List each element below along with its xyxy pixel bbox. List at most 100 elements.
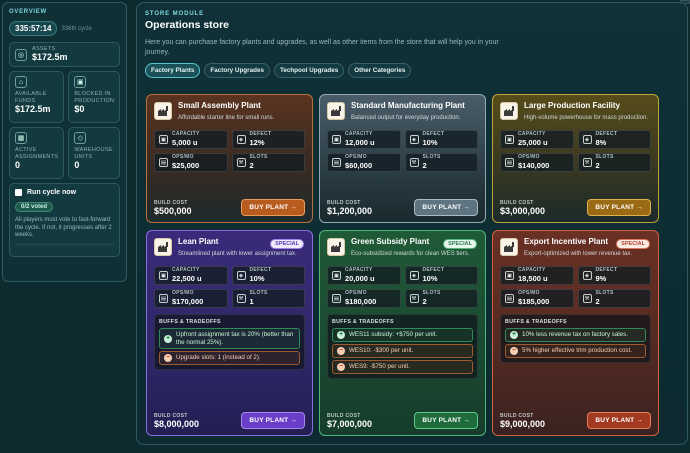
buy-plant-button[interactable]: BUY PLANT → [241,199,305,216]
buff-text: Upfront assignment tax is 20% (better th… [176,331,294,346]
stat-value: 5,000 u [172,137,198,147]
stat-capacity: ▣ CAPACITY 20,000 u [327,266,401,285]
stat-value: 8% [595,137,607,147]
buff-item: − 5% higher effective trim production co… [505,344,646,358]
buff-item: − WES9: -$750 per unit. [332,360,473,374]
buy-plant-button[interactable]: BUY PLANT → [241,412,305,429]
tab-other-categories[interactable]: Other Categories [348,63,412,78]
stat-value: $140,000 [518,160,550,170]
capacity-icon: ▣ [159,271,168,280]
capacity-icon: ▣ [505,135,514,144]
tab-factory-plants[interactable]: Factory Plants [145,63,201,78]
minus-icon: − [510,347,518,355]
calendar-icon: ▦ [15,132,27,144]
vote-count-badge: 0/2 voted [15,202,54,212]
buff-text: WES9: -$750 per unit. [349,363,410,371]
stat-defect: ◈ DEFECT 9% [577,266,651,285]
stat-label: AVAILABLE FUNDS [15,91,47,104]
buff-item: − Upgrade slots: 1 (instead of 2). [159,351,300,365]
run-cycle-checkbox[interactable] [15,189,22,196]
page-intro: Here you can purchase factory plants and… [145,39,499,56]
page-title: Operations store [145,19,230,31]
minus-icon: − [337,347,345,355]
capacity-icon: ▣ [332,135,341,144]
tab-techpool-upgrades[interactable]: Techpool Upgrades [273,63,345,78]
special-badge: SPECIAL [270,239,304,249]
buffs-panel: BUFFS & TRADEOFFS + WES11 subsidy: +$750… [327,314,478,379]
stat-opsmo: ▤ OPS/MO $25,000 [154,153,228,172]
stat-defect: ◈ DEFECT 8% [577,130,651,149]
run-cycle-card: Run cycle now 0/2 voted All players must… [9,183,120,257]
opsmo-icon: ▤ [159,294,168,303]
plant-subtitle: Affordable starter line for small runs. [178,115,275,121]
stat-opsmo: ▤ OPS/MO $170,000 [154,289,228,308]
defect-icon: ◈ [236,271,246,280]
capacity-icon: ▣ [332,271,341,280]
stat-label: CAPACITY [345,131,373,138]
plant-card: Small Assembly Plant Affordable starter … [146,94,313,223]
overview-sidebar: OVERVIEW 335:57:14 336th cycle ◎ ASSETS … [2,2,127,282]
plant-card: Export Incentive Plant Export-optimized … [492,230,659,436]
opsmo-icon: ▤ [332,294,341,303]
opsmo-icon: ▤ [332,158,341,167]
stat-capacity: ▣ CAPACITY 22,500 u [154,266,228,285]
slots-icon: ⚒ [409,158,419,167]
stat-opsmo: ▤ OPS/MO $185,000 [500,289,574,308]
plus-icon: + [164,334,172,343]
stat-label: SLOTS [249,154,268,161]
plant-title: Large Production Facility [524,101,621,110]
build-cost-value: $1,200,000 [327,206,373,216]
stat-label: CAPACITY [345,267,373,274]
stat-defect: ◈ DEFECT 12% [231,130,305,149]
coins-icon: ◎ [15,48,27,61]
stat-slots: ⚒ SLOTS 2 [404,289,478,308]
stat-value: 12% [249,137,265,147]
factory-export-icon [500,238,518,256]
stat-value: 2 [249,160,254,170]
defect-icon: ◈ [582,135,592,144]
buy-plant-button[interactable]: BUY PLANT → [587,199,651,216]
capacity-icon: ▣ [505,271,514,280]
vote-progress-bar [15,242,114,246]
capacity-icon: ▣ [159,135,168,144]
stat-value: $185,000 [518,296,550,306]
assets-value: $172.5m [32,52,68,63]
stat-value: 2 [595,296,600,306]
stat-value: 2 [595,160,600,170]
category-tabs: Factory Plants Factory Upgrades Techpool… [145,63,679,78]
blocked-production-card: ▣ BLOCKED IN PRODUCTION $0 [68,71,121,123]
assets-card: ◎ ASSETS $172.5m [9,42,120,67]
special-badge: SPECIAL [443,239,477,249]
plant-subtitle: Balanced output for everyday production. [351,115,461,121]
buy-plant-button[interactable]: BUY PLANT → [414,412,478,429]
stat-slots: ⚒ SLOTS 2 [231,153,305,172]
slots-icon: ⚒ [236,294,246,303]
buff-text: 10% less revenue tax on factory sales. [522,331,628,339]
special-badge: SPECIAL [616,239,650,249]
buy-plant-button[interactable]: BUY PLANT → [587,412,651,429]
plus-icon: + [337,331,345,339]
stat-opsmo: ▤ OPS/MO $140,000 [500,153,574,172]
plant-title: Small Assembly Plant [178,101,261,110]
buff-item: + 10% less revenue tax on factory sales. [505,328,646,342]
buffs-title: BUFFS & TRADEOFFS [159,319,221,325]
stat-label: SLOTS [422,290,441,297]
factory-lean-icon [154,238,172,256]
stat-value: 2 [422,296,427,306]
buy-plant-button[interactable]: BUY PLANT → [414,199,478,216]
opsmo-icon: ▤ [505,294,514,303]
plant-subtitle: Eco-subsidized rewards for clean WES tie… [351,251,470,257]
stat-slots: ⚒ SLOTS 2 [577,289,651,308]
stat-value: $60,000 [345,160,373,170]
slots-icon: ⚒ [582,158,592,167]
build-cost-value: $8,000,000 [154,419,200,429]
stat-label: SLOTS [595,154,614,161]
run-cycle-label[interactable]: Run cycle now [27,189,76,196]
tab-factory-upgrades[interactable]: Factory Upgrades [204,63,270,78]
factory-standard-icon [327,102,345,120]
stat-slots: ⚒ SLOTS 1 [231,289,305,308]
plant-card: Large Production Facility High-volume po… [492,94,659,223]
slots-icon: ⚒ [409,294,419,303]
defect-icon: ◈ [409,271,419,280]
stat-label: DEFECT [249,131,272,138]
